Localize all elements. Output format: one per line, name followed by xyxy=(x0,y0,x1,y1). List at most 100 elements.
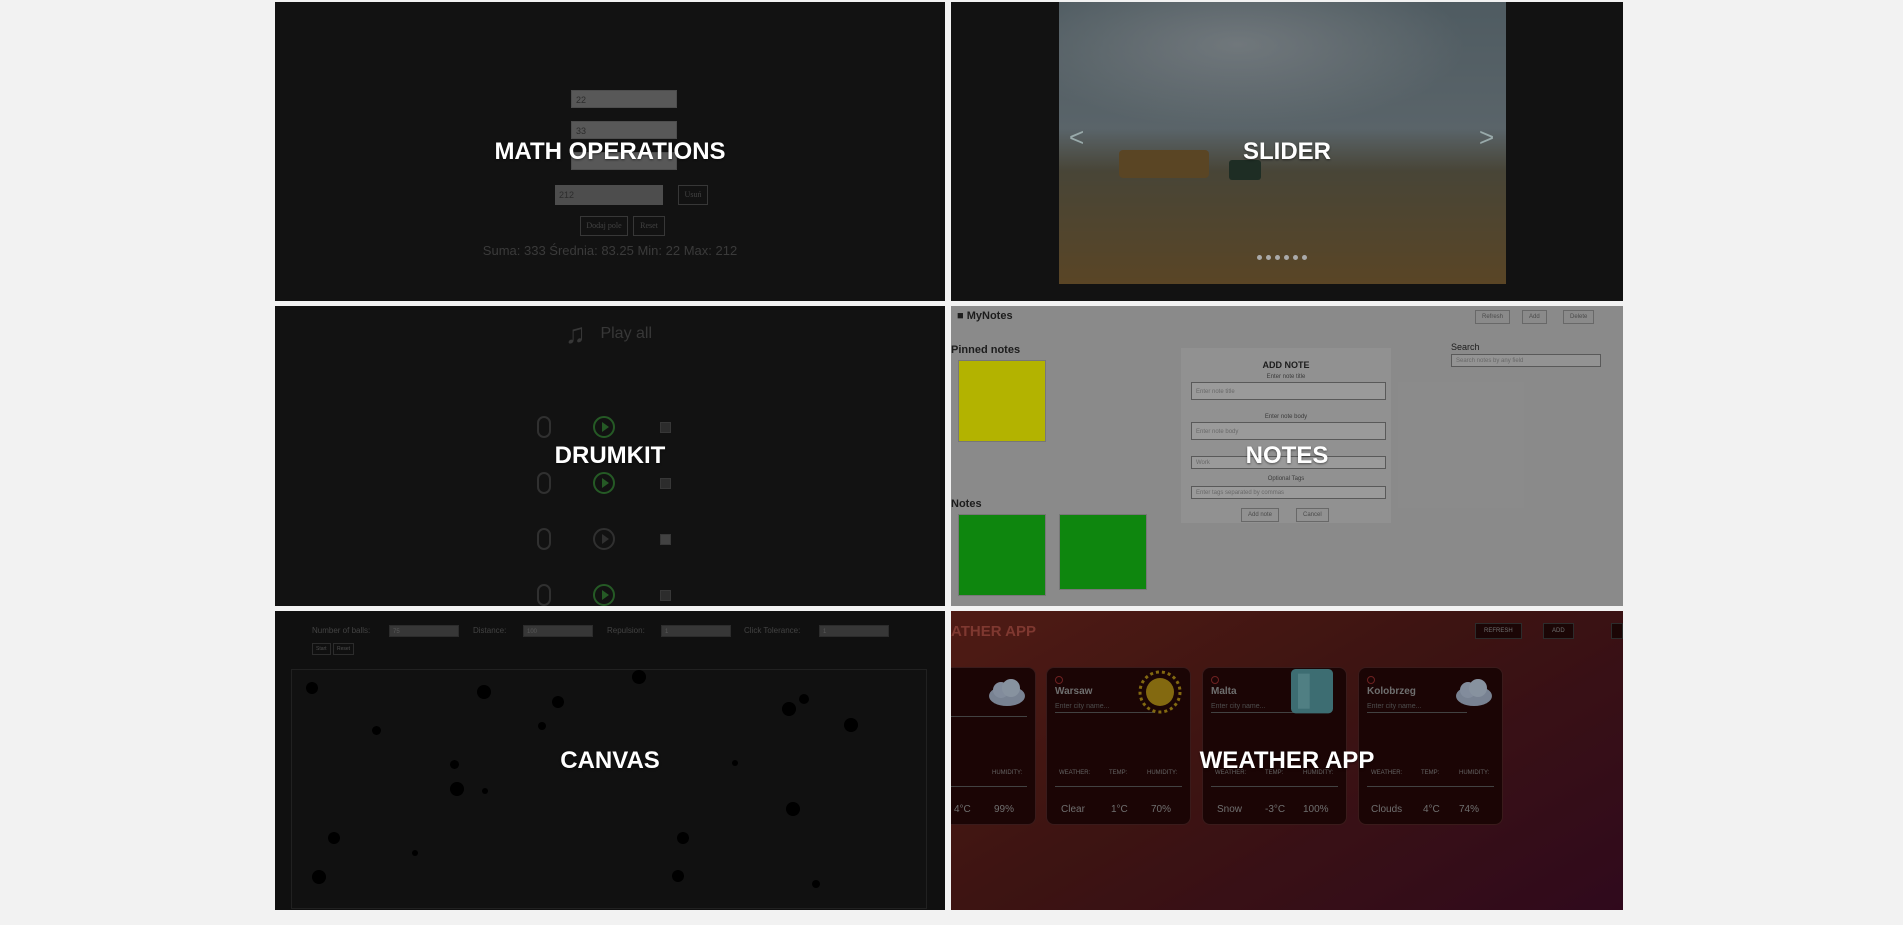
add-field-button[interactable]: Dodaj pole xyxy=(580,216,628,236)
tile-notes[interactable]: ■ MyNotes Refresh Add Delete Pinned note… xyxy=(951,306,1623,606)
temp-value: -3°C xyxy=(1265,804,1286,815)
ball xyxy=(786,802,800,816)
ice-icon xyxy=(1291,669,1333,714)
weather-value: Clear xyxy=(1061,804,1085,815)
microphone-icon[interactable] xyxy=(537,528,551,550)
ball xyxy=(477,685,491,699)
refresh-button[interactable]: Refresh xyxy=(1475,310,1511,324)
slide-dot[interactable] xyxy=(1275,255,1280,260)
track-checkbox[interactable] xyxy=(660,477,671,489)
play-icon[interactable] xyxy=(593,472,615,494)
projects-grid: 22 33 212 Usuń Dodaj pole Reset Suma: 33… xyxy=(275,2,1623,910)
microphone-icon[interactable] xyxy=(537,472,551,494)
tile-title: SLIDER xyxy=(1242,137,1331,165)
refresh-button[interactable]: REFRESH xyxy=(1475,623,1522,639)
ball xyxy=(844,718,858,732)
search-input[interactable]: Search notes by any field xyxy=(1451,354,1601,367)
microphone-icon[interactable] xyxy=(537,416,551,438)
ball xyxy=(450,782,464,796)
city-name: Kolobrzeg xyxy=(1367,686,1416,697)
humidity-value: 74% xyxy=(1459,804,1480,815)
ball xyxy=(812,880,820,888)
start-button[interactable]: Start xyxy=(312,643,331,655)
balls-canvas[interactable] xyxy=(291,669,927,909)
pinned-note-card[interactable] xyxy=(958,360,1046,442)
play-icon[interactable] xyxy=(593,416,615,438)
tile-title: MATH OPERATIONS xyxy=(494,137,726,165)
slide-dot[interactable] xyxy=(1293,255,1298,260)
temp-value: 4°C xyxy=(1423,804,1440,815)
tile-drumkit[interactable]: ♫ Play all DRUMKIT xyxy=(275,306,945,606)
distance-input[interactable]: 100 xyxy=(523,625,593,637)
microphone-icon[interactable] xyxy=(537,584,551,606)
reset-button[interactable]: Reset xyxy=(333,643,355,655)
cloud-icon xyxy=(1456,679,1492,706)
cancel-button[interactable]: Cancel xyxy=(1296,508,1329,522)
tile-canvas[interactable]: Number of balls: 75 Distance: 100 Repuls… xyxy=(275,611,945,910)
distance-label: Distance: xyxy=(473,626,507,635)
humidity-value: 99% xyxy=(994,804,1015,815)
note-body-input[interactable]: Enter note body xyxy=(1191,422,1386,440)
cloud-icon xyxy=(989,679,1025,706)
track-row xyxy=(537,416,671,438)
play-all-button[interactable]: ♫ Play all xyxy=(565,318,652,350)
tile-weather-app[interactable]: ATHER APP REFRESH ADD HUMIDITY: 4°C 99% … xyxy=(951,611,1623,910)
add-note-button[interactable]: Add note xyxy=(1241,508,1280,522)
ball xyxy=(306,682,318,694)
ball xyxy=(782,702,796,716)
add-button[interactable]: Add xyxy=(1522,310,1547,324)
ball xyxy=(677,832,689,844)
track-row xyxy=(537,472,671,494)
number-input[interactable]: 22 xyxy=(571,90,677,108)
reset-button[interactable]: Reset xyxy=(633,216,665,236)
ball xyxy=(538,722,546,730)
add-button[interactable]: ADD xyxy=(1543,623,1574,639)
track-checkbox[interactable] xyxy=(660,421,671,433)
slide-dot[interactable] xyxy=(1257,255,1262,260)
ball xyxy=(412,850,418,856)
number-input[interactable]: 33 xyxy=(571,121,677,139)
humidity-value: 70% xyxy=(1151,804,1172,815)
remove-card-icon[interactable] xyxy=(1367,676,1375,684)
balls-input[interactable]: 75 xyxy=(389,625,459,637)
remove-button[interactable]: Usuń xyxy=(678,185,708,205)
tolerance-input[interactable]: 1 xyxy=(819,625,889,637)
slide-dot[interactable] xyxy=(1284,255,1289,260)
track-checkbox[interactable] xyxy=(660,589,671,601)
humidity-value: 100% xyxy=(1303,804,1329,815)
note-card[interactable] xyxy=(958,514,1046,596)
track-row xyxy=(537,584,671,606)
play-all-label: Play all xyxy=(600,325,653,343)
tile-title: WEATHER APP xyxy=(1199,746,1375,774)
ball xyxy=(632,670,646,684)
tile-math-operations[interactable]: 22 33 212 Usuń Dodaj pole Reset Suma: 33… xyxy=(275,2,945,301)
weather-value: Snow xyxy=(1217,804,1243,815)
app-name-label: MyNotes xyxy=(966,310,1013,322)
ball xyxy=(482,788,488,794)
sun-icon xyxy=(1138,670,1182,714)
pinned-notes-label: Pinned notes xyxy=(951,344,1021,356)
play-icon[interactable] xyxy=(593,528,615,550)
slide-dot[interactable] xyxy=(1302,255,1307,260)
more-button[interactable] xyxy=(1611,623,1623,639)
remove-card-icon[interactable] xyxy=(1211,676,1219,684)
search-label: Search xyxy=(1451,342,1480,352)
slide-dot[interactable] xyxy=(1266,255,1271,260)
tile-title: NOTES xyxy=(1245,442,1329,469)
note-card[interactable] xyxy=(1059,514,1147,590)
delete-all-button[interactable]: Delete xyxy=(1563,310,1595,324)
optional-tags-label: Optional Tags xyxy=(1267,476,1305,482)
add-note-title: ADD NOTE xyxy=(1262,360,1310,370)
repulsion-input[interactable]: 1 xyxy=(661,625,731,637)
tile-slider[interactable]: < > SLIDER xyxy=(951,2,1623,301)
play-icon[interactable] xyxy=(593,584,615,606)
tags-input[interactable]: Enter tags separated by commas xyxy=(1191,486,1386,499)
value-select[interactable]: 212 xyxy=(555,185,663,205)
slide-dots[interactable] xyxy=(1257,255,1307,260)
note-title-input[interactable]: Enter note title xyxy=(1191,382,1386,400)
ball xyxy=(799,694,809,704)
remove-card-icon[interactable] xyxy=(1055,676,1063,684)
track-checkbox[interactable] xyxy=(660,533,671,545)
city-name: Warsaw xyxy=(1055,686,1093,697)
notes-label: Notes xyxy=(951,498,982,510)
